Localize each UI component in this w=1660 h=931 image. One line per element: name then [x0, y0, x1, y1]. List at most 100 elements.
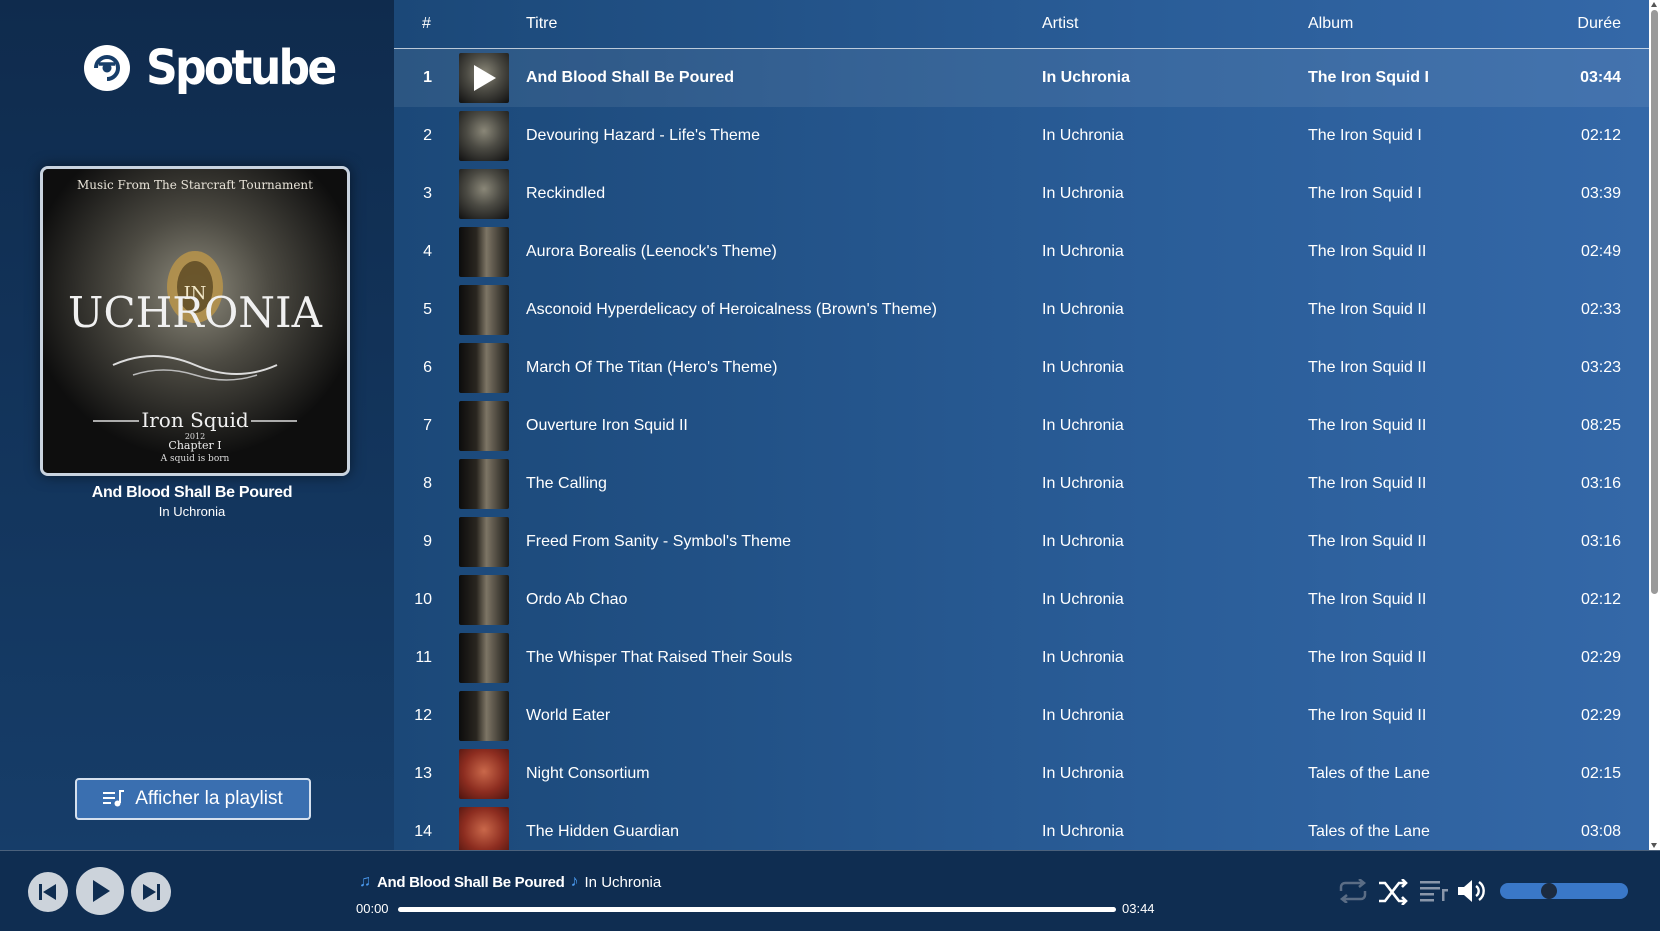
column-album[interactable]: Album	[1308, 15, 1353, 33]
spotube-logo-icon	[84, 45, 130, 91]
track-album[interactable]: The Iron Squid II	[1308, 649, 1426, 667]
track-album[interactable]: The Iron Squid II	[1308, 243, 1426, 261]
track-artist[interactable]: In Uchronia	[1042, 301, 1124, 319]
track-album[interactable]: The Iron Squid II	[1308, 591, 1426, 609]
track-duration: 02:49	[1580, 243, 1621, 260]
scrollbar-thumb[interactable]	[1651, 10, 1658, 594]
track-number: 2	[423, 127, 432, 144]
track-album[interactable]: Tales of the Lane	[1308, 823, 1430, 841]
track-artist[interactable]: In Uchronia	[1042, 69, 1130, 87]
track-album[interactable]: The Iron Squid II	[1308, 359, 1426, 377]
scroll-down-arrow-icon[interactable]	[1651, 843, 1657, 848]
track-row[interactable]: 14 The Hidden Guardian In Uchronia Tales…	[394, 803, 1649, 850]
track-row[interactable]: 12 World Eater In Uchronia The Iron Squi…	[394, 687, 1649, 745]
track-row[interactable]: 10 Ordo Ab Chao In Uchronia The Iron Squ…	[394, 571, 1649, 629]
track-artist[interactable]: In Uchronia	[1042, 649, 1124, 667]
track-row[interactable]: 5 Asconoid Hyperdelicacy of Heroicalness…	[394, 281, 1649, 339]
repeat-icon[interactable]	[1337, 879, 1369, 903]
track-artist[interactable]: In Uchronia	[1042, 823, 1124, 841]
track-duration: 02:29	[1580, 707, 1621, 724]
track-artist[interactable]: In Uchronia	[1042, 359, 1124, 377]
track-artist[interactable]: In Uchronia	[1042, 243, 1124, 261]
shuffle-icon[interactable]	[1378, 879, 1408, 905]
column-number[interactable]: #	[422, 15, 431, 33]
app-logo[interactable]: Spotube	[82, 38, 351, 98]
track-artist[interactable]: In Uchronia	[1042, 127, 1124, 145]
column-artist[interactable]: Artist	[1042, 15, 1078, 33]
track-title: March Of The Titan (Hero's Theme)	[526, 359, 778, 376]
next-button[interactable]	[131, 872, 171, 912]
previous-button[interactable]	[28, 872, 68, 912]
track-album[interactable]: The Iron Squid I	[1308, 69, 1429, 87]
track-duration: 08:25	[1580, 417, 1621, 434]
track-thumbnail[interactable]	[459, 517, 509, 567]
volume-slider-knob[interactable]	[1541, 883, 1557, 899]
player-track-artist[interactable]: In Uchronia	[585, 874, 662, 891]
track-album[interactable]: The Iron Squid II	[1308, 475, 1426, 493]
track-thumbnail[interactable]	[459, 807, 509, 850]
track-title: Night Consortium	[526, 765, 650, 782]
queue-music-icon	[103, 790, 125, 807]
track-row[interactable]: 3 Reckindled In Uchronia The Iron Squid …	[394, 165, 1649, 223]
track-row[interactable]: 11 The Whisper That Raised Their Souls I…	[394, 629, 1649, 687]
track-row[interactable]: 13 Night Consortium In Uchronia Tales of…	[394, 745, 1649, 803]
play-button[interactable]	[76, 867, 124, 915]
track-artist[interactable]: In Uchronia	[1042, 417, 1124, 435]
track-artist[interactable]: In Uchronia	[1042, 765, 1124, 783]
track-album[interactable]: Tales of the Lane	[1308, 765, 1430, 783]
track-album[interactable]: The Iron Squid II	[1308, 417, 1426, 435]
track-thumbnail[interactable]	[459, 401, 509, 451]
track-album[interactable]: The Iron Squid I	[1308, 185, 1422, 203]
volume-slider[interactable]	[1500, 883, 1628, 899]
track-title: Reckindled	[526, 185, 606, 202]
track-thumbnail[interactable]	[459, 111, 509, 161]
show-playlist-button[interactable]: Afficher la playlist	[75, 778, 311, 820]
track-row[interactable]: 4 Aurora Borealis (Leenock's Theme) In U…	[394, 223, 1649, 281]
volume-icon[interactable]	[1458, 879, 1488, 903]
track-artist[interactable]: In Uchronia	[1042, 591, 1124, 609]
queue-icon[interactable]	[1420, 879, 1448, 903]
track-artist[interactable]: In Uchronia	[1042, 533, 1124, 551]
track-row[interactable]: 1 And Blood Shall Be Poured In Uchronia …	[394, 49, 1649, 107]
scroll-up-arrow-icon[interactable]	[1651, 2, 1657, 7]
track-title: Freed From Sanity - Symbol's Theme	[526, 533, 792, 550]
track-thumbnail[interactable]	[459, 285, 509, 335]
column-duration[interactable]: Durée	[1577, 15, 1621, 33]
progress-bar[interactable]	[398, 907, 1116, 912]
track-artist[interactable]: In Uchronia	[1042, 185, 1124, 203]
now-playing-title: And Blood Shall Be Poured	[91, 484, 293, 501]
show-playlist-label: Afficher la playlist	[135, 788, 283, 809]
track-thumbnail[interactable]	[459, 633, 509, 683]
track-album[interactable]: The Iron Squid II	[1308, 301, 1426, 319]
track-row[interactable]: 6 March Of The Titan (Hero's Theme) In U…	[394, 339, 1649, 397]
track-thumbnail[interactable]	[459, 227, 509, 277]
track-duration: 03:16	[1580, 475, 1621, 492]
player-track-title[interactable]: And Blood Shall Be Poured	[377, 874, 565, 891]
track-thumbnail[interactable]	[459, 575, 509, 625]
track-thumbnail[interactable]	[459, 459, 509, 509]
svg-text:Chapter I: Chapter I	[168, 439, 221, 452]
track-row[interactable]: 7 Ouverture Iron Squid II In Uchronia Th…	[394, 397, 1649, 455]
track-album[interactable]: The Iron Squid II	[1308, 533, 1426, 551]
track-artist[interactable]: In Uchronia	[1042, 707, 1124, 725]
track-row[interactable]: 9 Freed From Sanity - Symbol's Theme In …	[394, 513, 1649, 571]
track-number: 11	[415, 649, 432, 666]
track-row[interactable]: 2 Devouring Hazard - Life's Theme In Uch…	[394, 107, 1649, 165]
track-row[interactable]: 8 The Calling In Uchronia The Iron Squid…	[394, 455, 1649, 513]
track-thumbnail[interactable]	[459, 691, 509, 741]
svg-text:Music From The Starcraft Tourn: Music From The Starcraft Tournament	[77, 178, 313, 192]
column-title[interactable]: Titre	[526, 15, 557, 33]
svg-text:Iron Squid: Iron Squid	[141, 408, 249, 432]
track-artist[interactable]: In Uchronia	[1042, 475, 1124, 493]
track-thumbnail[interactable]	[459, 749, 509, 799]
track-thumbnail[interactable]	[459, 53, 509, 103]
track-list-scrollbar[interactable]	[1649, 0, 1660, 850]
sidebar: Spotube Music From The Starcraft Tournam…	[0, 0, 394, 850]
track-album[interactable]: The Iron Squid I	[1308, 127, 1422, 145]
track-album[interactable]: The Iron Squid II	[1308, 707, 1426, 725]
track-number: 14	[414, 823, 432, 840]
track-thumbnail[interactable]	[459, 343, 509, 393]
album-cover-art: Music From The Starcraft Tournament IN U…	[43, 169, 347, 473]
track-thumbnail[interactable]	[459, 169, 509, 219]
elapsed-time: 00:00	[356, 901, 389, 916]
